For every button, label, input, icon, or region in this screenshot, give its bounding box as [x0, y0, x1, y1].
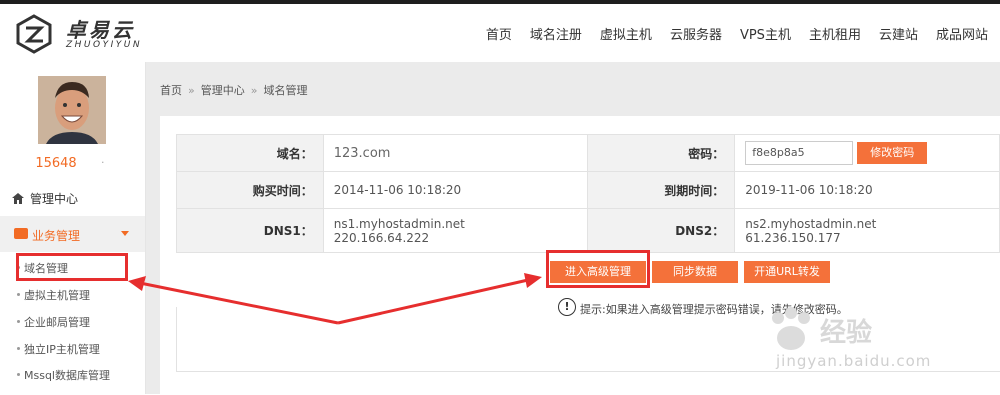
sidebar-item-virtual-host[interactable]: 虚拟主机管理 [17, 287, 90, 303]
breadcrumb-domain: 域名管理 [263, 84, 308, 97]
domain-item-highlight [16, 253, 128, 281]
dns2-label: DNS2： [587, 208, 736, 253]
sidebar: 15648 · 管理中心 业务管理 域名管理 虚拟主机管理 企业邮局管理 独立I… [0, 62, 146, 394]
nav-ready-sites[interactable]: 成品网站 [936, 24, 988, 43]
nav-vps[interactable]: VPS主机 [740, 24, 791, 43]
dns1-ip: 220.166.64.222 [333, 230, 430, 245]
site-header: 卓易云 ZHUOYIYUN 首页 域名注册 虚拟主机 云服务器 VPS主机 主机… [0, 4, 1000, 62]
dns1-host: ns1.myhostadmin.net [333, 216, 465, 231]
sidebar-item-mssql[interactable]: Mssql数据库管理 [17, 367, 110, 383]
paw-icon [772, 307, 810, 350]
sync-data-button[interactable]: 同步数据 [652, 261, 738, 283]
nav-host-rental[interactable]: 主机租用 [809, 24, 861, 43]
password-field[interactable]: f8e8p8a5 [745, 141, 854, 165]
password-label: 密码： [587, 134, 736, 172]
briefcase-icon [14, 228, 28, 239]
password-cell: f8e8p8a5 修改密码 [734, 134, 1000, 172]
dns2-ip: 61.236.150.177 [745, 230, 841, 245]
breadcrumb-separator-icon: » [250, 84, 258, 97]
domain-value: 123.com [322, 134, 589, 172]
expire-time-label: 到期时间： [587, 171, 736, 209]
expire-time-value: 2019-11-06 10:18:20 [734, 171, 1000, 209]
chevron-down-icon [121, 231, 129, 236]
user-id: 15648 [35, 156, 77, 171]
sidebar-section-business[interactable]: 业务管理 [0, 216, 145, 252]
watermark-url: jingyan.baidu.com [776, 352, 932, 370]
dns1-label: DNS1： [176, 208, 324, 253]
home-icon [12, 193, 24, 204]
breadcrumb-separator-icon: » [188, 84, 195, 97]
warning-icon: ! [558, 298, 576, 316]
dns2-host: ns2.myhostadmin.net [745, 216, 877, 231]
brand-name-cn: 卓易云 [66, 18, 135, 42]
brand-logo[interactable]: 卓易云 ZHUOYIYUN [14, 14, 154, 54]
dns1-value: ns1.myhostadmin.net 220.166.64.222 [322, 208, 589, 253]
breadcrumb-manage[interactable]: 管理中心 [201, 84, 245, 97]
nav-home[interactable]: 首页 [486, 24, 512, 43]
breadcrumb-home[interactable]: 首页 [160, 84, 182, 97]
sidebar-item-mail[interactable]: 企业邮局管理 [17, 314, 90, 330]
avatar [38, 76, 106, 144]
table-row: DNS1： ns1.myhostadmin.net 220.166.64.222… [176, 208, 1000, 253]
table-row: 购买时间： 2014-11-06 10:18:20 到期时间： 2019-11-… [176, 171, 1000, 209]
advanced-button-highlight [546, 250, 650, 288]
table-row: 域名： 123.com 密码： f8e8p8a5 修改密码 [176, 134, 1000, 172]
user-status-dot: · [101, 156, 105, 169]
change-password-button[interactable]: 修改密码 [857, 142, 928, 164]
dns2-value: ns2.myhostadmin.net 61.236.150.177 [734, 208, 1000, 253]
nav-cloud-server[interactable]: 云服务器 [670, 24, 722, 43]
brand-name-en: ZHUOYIYUN [66, 40, 143, 50]
nav-domain-register[interactable]: 域名注册 [530, 24, 582, 43]
avatar-photo [38, 76, 106, 144]
nav-site-builder[interactable]: 云建站 [879, 24, 918, 43]
sidebar-item-dedicated-ip[interactable]: 独立IP主机管理 [17, 341, 100, 357]
sidebar-home-label: 管理中心 [30, 192, 79, 206]
watermark: 经验 jingyan.baidu.com [760, 282, 1000, 394]
domain-info-table: 域名： 123.com 密码： f8e8p8a5 修改密码 购买时间： 2014-… [176, 134, 1000, 253]
purchase-time-value: 2014-11-06 10:18:20 [322, 171, 589, 209]
sidebar-section-label: 业务管理 [32, 229, 81, 243]
url-forward-button[interactable]: 开通URL转发 [744, 261, 830, 283]
sidebar-item-home[interactable]: 管理中心 [12, 190, 78, 207]
main-nav: 首页 域名注册 虚拟主机 云服务器 VPS主机 主机租用 云建站 成品网站 [468, 24, 988, 43]
nav-virtual-host[interactable]: 虚拟主机 [600, 24, 652, 43]
watermark-text: 经验 [820, 318, 873, 348]
purchase-time-label: 购买时间： [176, 171, 324, 209]
domain-label: 域名： [176, 134, 324, 172]
logo-icon [16, 14, 52, 54]
breadcrumb: 首页 » 管理中心 » 域名管理 [160, 82, 307, 98]
